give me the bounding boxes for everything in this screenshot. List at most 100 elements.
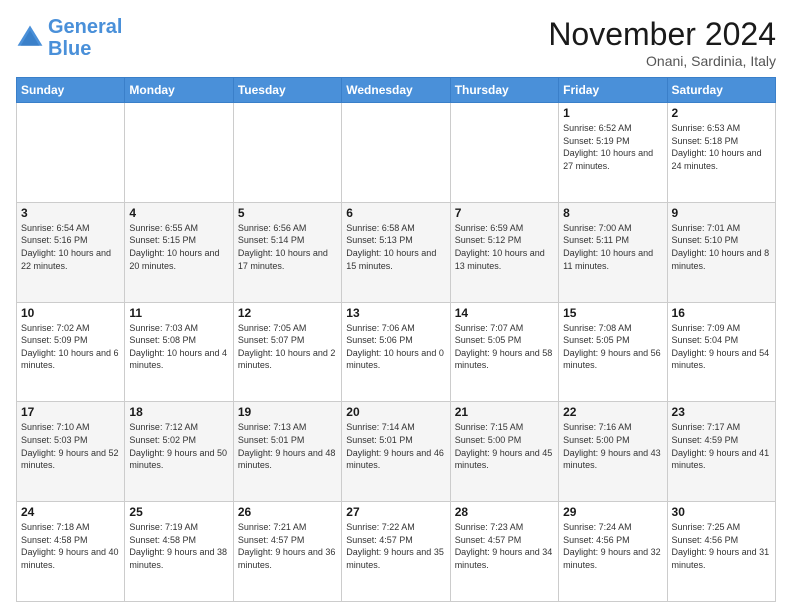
day-info: Sunrise: 7:18 AM Sunset: 4:58 PM Dayligh… xyxy=(21,521,120,571)
day-info: Sunrise: 7:10 AM Sunset: 5:03 PM Dayligh… xyxy=(21,421,120,471)
calendar-week-2: 3 Sunrise: 6:54 AM Sunset: 5:16 PM Daylig… xyxy=(17,202,776,302)
calendar-cell: 23 Sunrise: 7:17 AM Sunset: 4:59 PM Dayli… xyxy=(667,402,775,502)
day-info: Sunrise: 7:08 AM Sunset: 5:05 PM Dayligh… xyxy=(563,322,662,372)
day-info: Sunrise: 6:54 AM Sunset: 5:16 PM Dayligh… xyxy=(21,222,120,272)
day-info: Sunrise: 6:56 AM Sunset: 5:14 PM Dayligh… xyxy=(238,222,337,272)
calendar-cell: 22 Sunrise: 7:16 AM Sunset: 5:00 PM Dayli… xyxy=(559,402,667,502)
day-number: 26 xyxy=(238,505,337,519)
calendar-cell: 18 Sunrise: 7:12 AM Sunset: 5:02 PM Dayli… xyxy=(125,402,233,502)
day-header-sunday: Sunday xyxy=(17,78,125,103)
calendar-cell: 28Sunrise: 7:23 AM Sunset: 4:57 PM Dayli… xyxy=(450,502,558,602)
calendar-week-4: 17 Sunrise: 7:10 AM Sunset: 5:03 PM Dayli… xyxy=(17,402,776,502)
calendar-cell xyxy=(450,103,558,203)
header: General Blue November 2024 Onani, Sardin… xyxy=(16,16,776,69)
day-header-wednesday: Wednesday xyxy=(342,78,450,103)
calendar-cell: 12Sunrise: 7:05 AM Sunset: 5:07 PM Dayli… xyxy=(233,302,341,402)
day-number: 24 xyxy=(21,505,120,519)
day-number: 11 xyxy=(129,306,228,320)
day-info: Sunrise: 7:21 AM Sunset: 4:57 PM Dayligh… xyxy=(238,521,337,571)
day-info: Sunrise: 7:16 AM Sunset: 5:00 PM Dayligh… xyxy=(563,421,662,471)
day-number: 17 xyxy=(21,405,120,419)
calendar-cell: 25 Sunrise: 7:19 AM Sunset: 4:58 PM Dayli… xyxy=(125,502,233,602)
day-number: 25 xyxy=(129,505,228,519)
day-number: 12 xyxy=(238,306,337,320)
day-number: 6 xyxy=(346,206,445,220)
calendar-cell: 16Sunrise: 7:09 AM Sunset: 5:04 PM Dayli… xyxy=(667,302,775,402)
subtitle: Onani, Sardinia, Italy xyxy=(548,53,776,69)
calendar-cell: 21Sunrise: 7:15 AM Sunset: 5:00 PM Dayli… xyxy=(450,402,558,502)
day-number: 23 xyxy=(672,405,771,419)
day-info: Sunrise: 7:03 AM Sunset: 5:08 PM Dayligh… xyxy=(129,322,228,372)
day-info: Sunrise: 6:59 AM Sunset: 5:12 PM Dayligh… xyxy=(455,222,554,272)
title-block: November 2024 Onani, Sardinia, Italy xyxy=(548,16,776,69)
calendar-cell: 6 Sunrise: 6:58 AM Sunset: 5:13 PM Daylig… xyxy=(342,202,450,302)
day-header-monday: Monday xyxy=(125,78,233,103)
calendar-cell: 19 Sunrise: 7:13 AM Sunset: 5:01 PM Dayli… xyxy=(233,402,341,502)
calendar-cell: 20 Sunrise: 7:14 AM Sunset: 5:01 PM Dayli… xyxy=(342,402,450,502)
day-info: Sunrise: 7:12 AM Sunset: 5:02 PM Dayligh… xyxy=(129,421,228,471)
day-number: 5 xyxy=(238,206,337,220)
calendar-cell: 7 Sunrise: 6:59 AM Sunset: 5:12 PM Daylig… xyxy=(450,202,558,302)
logo-line1: General xyxy=(48,16,122,38)
calendar-cell xyxy=(125,103,233,203)
day-info: Sunrise: 7:07 AM Sunset: 5:05 PM Dayligh… xyxy=(455,322,554,372)
day-number: 2 xyxy=(672,106,771,120)
calendar-cell: 2Sunrise: 6:53 AM Sunset: 5:18 PM Daylig… xyxy=(667,103,775,203)
day-number: 10 xyxy=(21,306,120,320)
day-number: 3 xyxy=(21,206,120,220)
month-title: November 2024 xyxy=(548,16,776,53)
calendar-week-5: 24 Sunrise: 7:18 AM Sunset: 4:58 PM Dayli… xyxy=(17,502,776,602)
calendar-cell: 3 Sunrise: 6:54 AM Sunset: 5:16 PM Daylig… xyxy=(17,202,125,302)
day-info: Sunrise: 7:14 AM Sunset: 5:01 PM Dayligh… xyxy=(346,421,445,471)
calendar-cell xyxy=(233,103,341,203)
day-number: 13 xyxy=(346,306,445,320)
day-info: Sunrise: 7:01 AM Sunset: 5:10 PM Dayligh… xyxy=(672,222,771,272)
calendar-cell: 8 Sunrise: 7:00 AM Sunset: 5:11 PM Daylig… xyxy=(559,202,667,302)
logo-text: General Blue xyxy=(48,16,122,60)
day-number: 8 xyxy=(563,206,662,220)
calendar-week-1: 1Sunrise: 6:52 AM Sunset: 5:19 PM Daylig… xyxy=(17,103,776,203)
day-number: 16 xyxy=(672,306,771,320)
calendar-cell: 4Sunrise: 6:55 AM Sunset: 5:15 PM Daylig… xyxy=(125,202,233,302)
calendar-cell: 13 Sunrise: 7:06 AM Sunset: 5:06 PM Dayli… xyxy=(342,302,450,402)
day-number: 27 xyxy=(346,505,445,519)
calendar-cell: 17 Sunrise: 7:10 AM Sunset: 5:03 PM Dayli… xyxy=(17,402,125,502)
day-info: Sunrise: 6:58 AM Sunset: 5:13 PM Dayligh… xyxy=(346,222,445,272)
day-info: Sunrise: 7:17 AM Sunset: 4:59 PM Dayligh… xyxy=(672,421,771,471)
day-info: Sunrise: 7:22 AM Sunset: 4:57 PM Dayligh… xyxy=(346,521,445,571)
day-info: Sunrise: 7:00 AM Sunset: 5:11 PM Dayligh… xyxy=(563,222,662,272)
day-header-saturday: Saturday xyxy=(667,78,775,103)
calendar-cell: 1Sunrise: 6:52 AM Sunset: 5:19 PM Daylig… xyxy=(559,103,667,203)
day-info: Sunrise: 7:23 AM Sunset: 4:57 PM Dayligh… xyxy=(455,521,554,571)
day-info: Sunrise: 7:06 AM Sunset: 5:06 PM Dayligh… xyxy=(346,322,445,372)
day-number: 15 xyxy=(563,306,662,320)
calendar-cell: 9 Sunrise: 7:01 AM Sunset: 5:10 PM Daylig… xyxy=(667,202,775,302)
calendar-cell: 30Sunrise: 7:25 AM Sunset: 4:56 PM Dayli… xyxy=(667,502,775,602)
calendar-cell: 26 Sunrise: 7:21 AM Sunset: 4:57 PM Dayli… xyxy=(233,502,341,602)
day-info: Sunrise: 7:19 AM Sunset: 4:58 PM Dayligh… xyxy=(129,521,228,571)
day-number: 20 xyxy=(346,405,445,419)
day-number: 22 xyxy=(563,405,662,419)
calendar: SundayMondayTuesdayWednesdayThursdayFrid… xyxy=(16,77,776,602)
day-header-tuesday: Tuesday xyxy=(233,78,341,103)
logo-icon xyxy=(16,24,44,52)
day-number: 9 xyxy=(672,206,771,220)
day-number: 29 xyxy=(563,505,662,519)
calendar-cell: 11 Sunrise: 7:03 AM Sunset: 5:08 PM Dayli… xyxy=(125,302,233,402)
calendar-cell: 10Sunrise: 7:02 AM Sunset: 5:09 PM Dayli… xyxy=(17,302,125,402)
day-number: 19 xyxy=(238,405,337,419)
logo-line2: Blue xyxy=(48,38,91,60)
day-number: 18 xyxy=(129,405,228,419)
day-info: Sunrise: 7:13 AM Sunset: 5:01 PM Dayligh… xyxy=(238,421,337,471)
calendar-body: 1Sunrise: 6:52 AM Sunset: 5:19 PM Daylig… xyxy=(17,103,776,602)
day-info: Sunrise: 7:25 AM Sunset: 4:56 PM Dayligh… xyxy=(672,521,771,571)
day-header-friday: Friday xyxy=(559,78,667,103)
day-number: 4 xyxy=(129,206,228,220)
calendar-cell xyxy=(17,103,125,203)
calendar-cell: 15 Sunrise: 7:08 AM Sunset: 5:05 PM Dayli… xyxy=(559,302,667,402)
day-number: 7 xyxy=(455,206,554,220)
day-number: 1 xyxy=(563,106,662,120)
day-number: 21 xyxy=(455,405,554,419)
calendar-cell: 24 Sunrise: 7:18 AM Sunset: 4:58 PM Dayli… xyxy=(17,502,125,602)
day-number: 14 xyxy=(455,306,554,320)
